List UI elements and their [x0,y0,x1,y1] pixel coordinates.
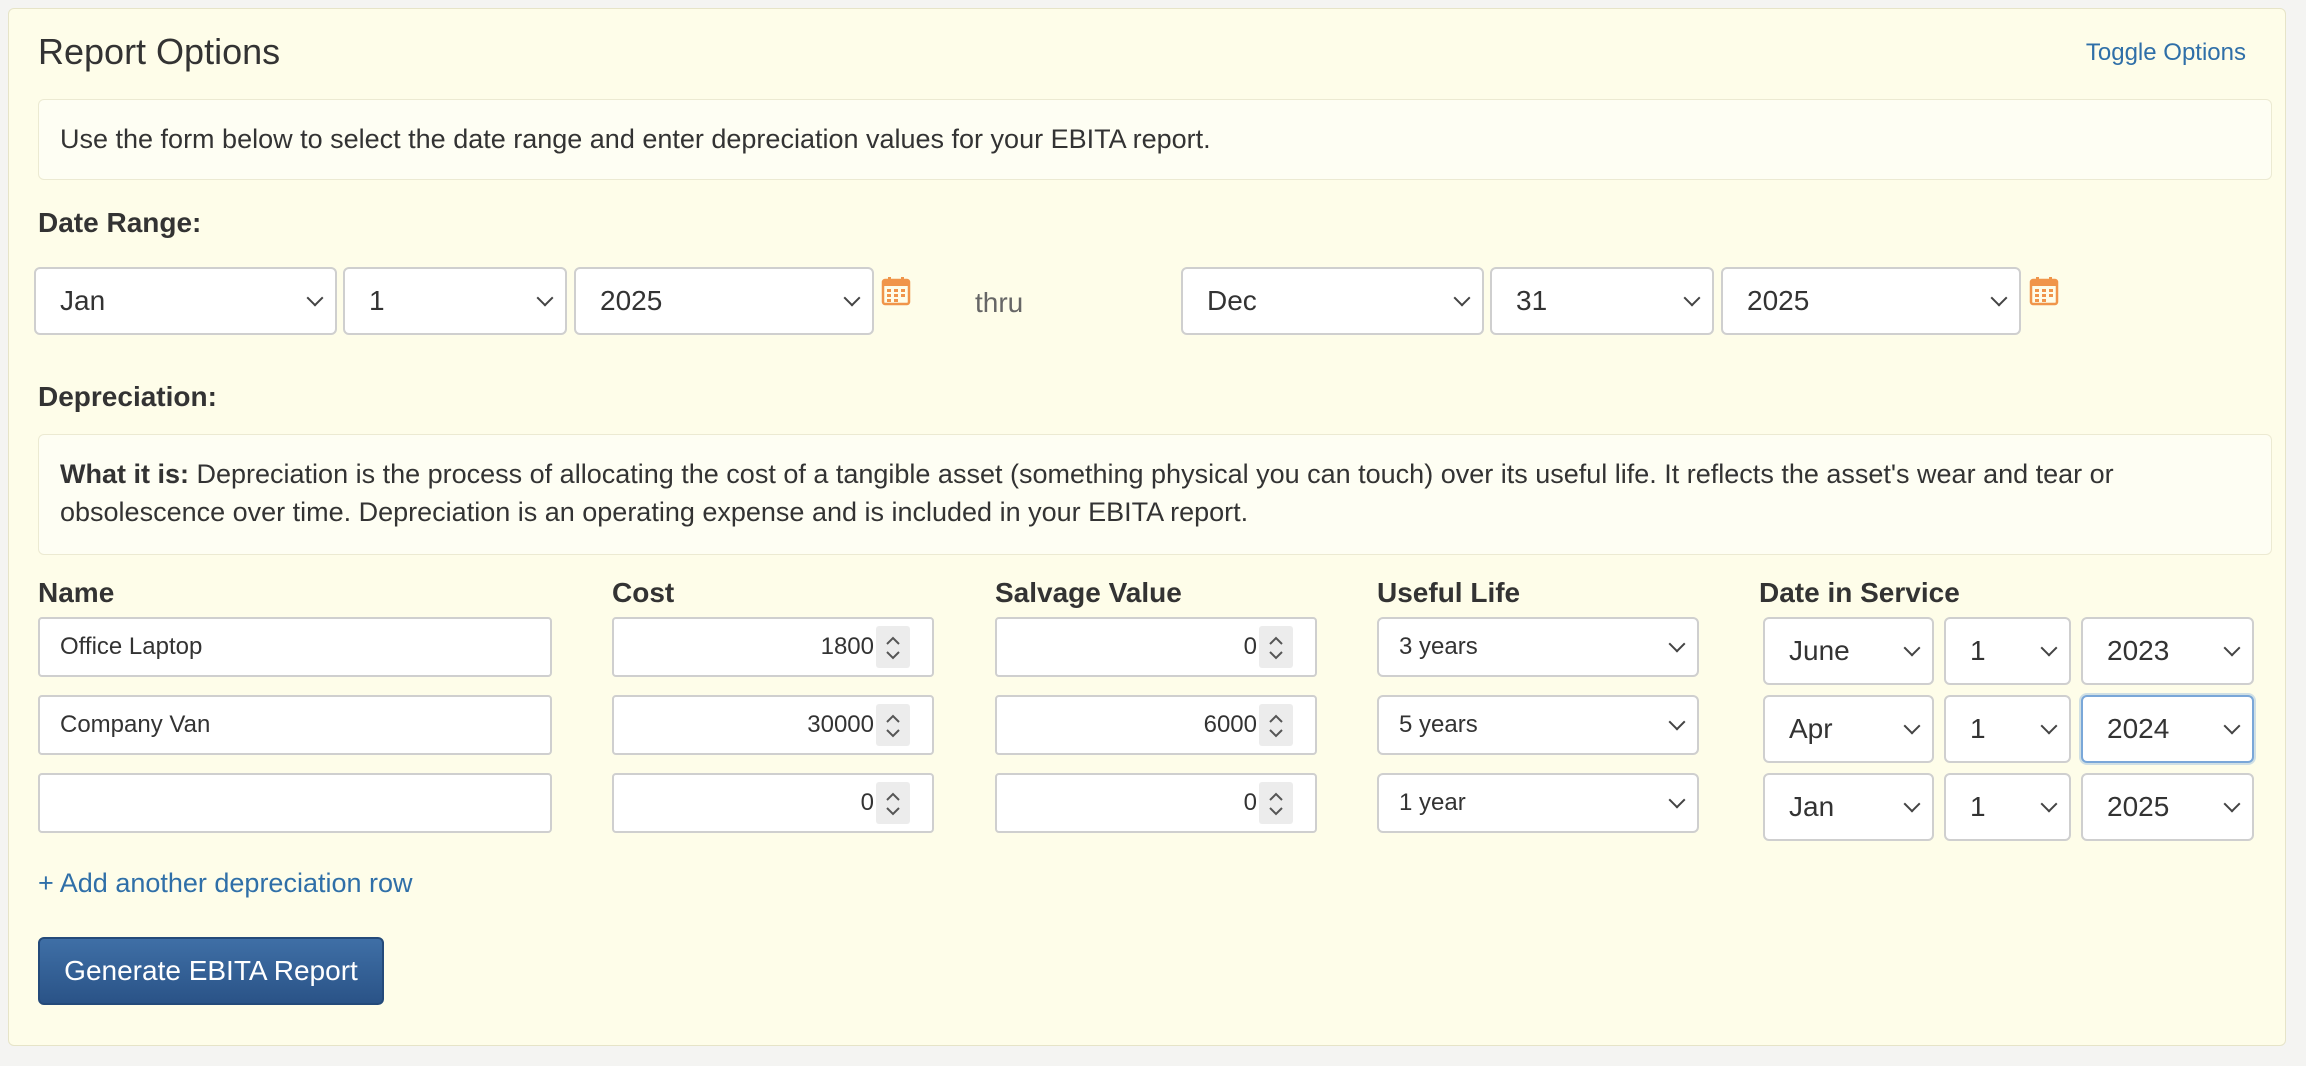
chevron-down-icon [2223,639,2241,657]
service-day-select[interactable]: 1 [1944,617,2071,685]
cost-value: 0 [860,789,874,816]
salvage-value: 0 [1243,633,1257,660]
column-header-salvage: Salvage Value [995,577,1182,608]
depreciation-label: Depreciation: [38,381,217,412]
useful-life-value: 3 years [1399,633,1478,660]
chevron-down-icon [1453,289,1471,307]
asset-name-input[interactable] [38,773,552,833]
cost-input[interactable]: 0 [612,773,934,833]
service-month-value: Apr [1789,713,1833,744]
service-month-value: Jan [1789,791,1835,822]
info-text: Depreciation is the process of allocatin… [60,459,2114,527]
service-day-value: 1 [1970,791,1986,822]
column-header-date-in-service: Date in Service [1759,577,1960,608]
service-year-select[interactable]: 2023 [2081,617,2254,685]
chevron-down-icon [843,289,861,307]
chevron-down-icon [2223,717,2241,735]
service-day-value: 1 [1970,713,1986,744]
spinner-icon[interactable] [1259,782,1293,824]
chevron-down-icon [1903,639,1921,657]
chevron-down-icon [536,289,554,307]
service-month-select[interactable]: Jan [1763,773,1934,841]
service-year-value: 2024 [2107,713,2170,744]
start-year-select[interactable]: 2025 [574,267,874,335]
start-day-value: 1 [369,285,385,316]
spinner-icon[interactable] [876,782,910,824]
useful-life-value: 1 year [1399,789,1466,816]
toggle-options-link[interactable]: Toggle Options [2086,39,2246,67]
chevron-down-icon [1683,289,1701,307]
chevron-down-icon [2040,717,2058,735]
service-day-select[interactable]: 1 [1944,773,2071,841]
info-bold-label: What it is: [60,459,189,489]
cost-input[interactable]: 30000 [612,695,934,755]
chevron-down-icon [1903,717,1921,735]
chevron-down-icon [2040,795,2058,813]
service-month-value: June [1789,635,1850,666]
cost-input[interactable]: 1800 [612,617,934,677]
chevron-down-icon [1668,635,1686,653]
salvage-value: 0 [1243,789,1257,816]
service-day-value: 1 [1970,635,1986,666]
end-day-value: 31 [1516,285,1548,316]
report-options-panel: Report Options Toggle Options Use the fo… [8,8,2286,1046]
service-year-value: 2023 [2107,635,2170,666]
start-year-value: 2025 [600,285,663,316]
column-header-useful-life: Useful Life [1377,577,1521,608]
chevron-down-icon [1668,713,1686,731]
intro-info-box: Use the form below to select the date ra… [38,99,2272,180]
service-month-select[interactable]: June [1763,617,1934,685]
column-header-name: Name [38,577,115,608]
generate-report-button[interactable]: Generate EBITA Report [38,937,384,1005]
cost-value: 30000 [807,711,874,738]
column-header-cost: Cost [612,577,675,608]
date-range-label: Date Range: [38,207,202,238]
spinner-icon[interactable] [876,704,910,746]
chevron-down-icon [1903,795,1921,813]
end-month-select[interactable]: Dec [1181,267,1484,335]
salvage-value: 6000 [1203,711,1257,738]
asset-name-input[interactable]: Office Laptop [38,617,552,677]
start-month-value: Jan [60,285,106,316]
useful-life-value: 5 years [1399,711,1478,738]
asset-name-input[interactable]: Company Van [38,695,552,755]
end-month-value: Dec [1207,285,1257,316]
asset-name-value: Company Van [60,711,211,738]
chevron-down-icon [1990,289,2008,307]
panel-title: Report Options [38,31,281,72]
useful-life-select[interactable]: 3 years [1377,617,1699,677]
chevron-down-icon [2223,795,2241,813]
salvage-value-input[interactable]: 0 [995,617,1317,677]
service-month-select[interactable]: Apr [1763,695,1934,763]
cost-value: 1800 [820,633,874,660]
service-year-value: 2025 [2107,791,2170,822]
asset-name-value: Office Laptop [60,633,203,660]
spinner-icon[interactable] [1259,704,1293,746]
add-depreciation-row-link[interactable]: + Add another depreciation row [38,868,413,899]
spinner-icon[interactable] [1259,626,1293,668]
salvage-value-input[interactable]: 0 [995,773,1317,833]
service-day-select[interactable]: 1 [1944,695,2071,763]
end-year-value: 2025 [1747,285,1810,316]
chevron-down-icon [2040,639,2058,657]
service-year-select[interactable]: 2024 [2081,695,2254,763]
useful-life-select[interactable]: 5 years [1377,695,1699,755]
intro-text: Use the form below to select the date ra… [60,124,1211,154]
generate-report-label: Generate EBITA Report [64,955,358,986]
chevron-down-icon [1668,791,1686,809]
chevron-down-icon [306,289,324,307]
useful-life-select[interactable]: 1 year [1377,773,1699,833]
date-range-separator: thru [975,287,1024,318]
calendar-icon[interactable] [2029,276,2059,306]
depreciation-info-box: What it is: Depreciation is the process … [38,434,2272,555]
start-month-select[interactable]: Jan [34,267,337,335]
start-day-select[interactable]: 1 [343,267,567,335]
spinner-icon[interactable] [876,626,910,668]
end-year-select[interactable]: 2025 [1721,267,2021,335]
salvage-value-input[interactable]: 6000 [995,695,1317,755]
service-year-select[interactable]: 2025 [2081,773,2254,841]
calendar-icon[interactable] [881,276,911,306]
end-day-select[interactable]: 31 [1490,267,1714,335]
